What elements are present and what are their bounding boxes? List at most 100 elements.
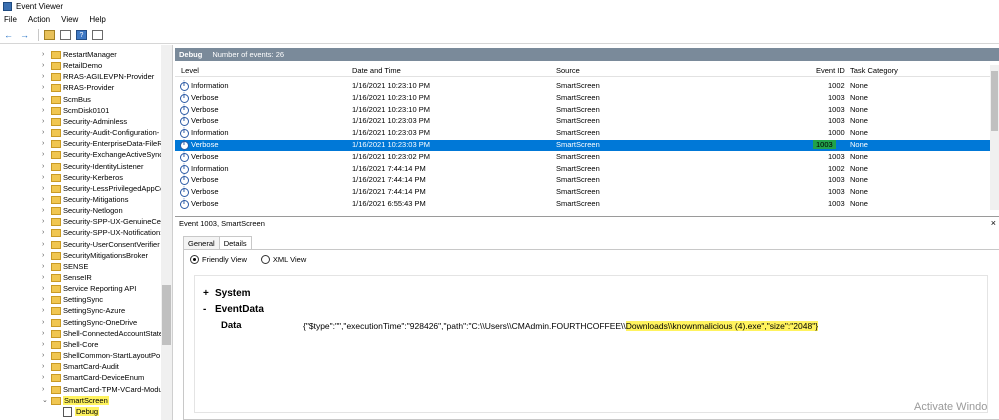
tree-item[interactable]: › Shell-Core [0,339,172,350]
chevron-right-icon[interactable]: › [42,229,44,236]
tab-details[interactable]: Details [218,236,252,250]
chevron-right-icon[interactable]: › [42,363,44,370]
friendly-view-option[interactable]: Friendly View [190,255,247,264]
show-hide-pane-button[interactable] [91,29,104,42]
tree-item[interactable]: › SettingSync [0,294,172,305]
tree-item[interactable]: › Security-UserConsentVerifier [0,239,172,250]
chevron-right-icon[interactable]: › [42,374,44,381]
chevron-right-icon[interactable]: › [42,151,44,158]
tree-item[interactable]: › ScmDisk0101 [0,105,172,116]
grid-scrollbar[interactable] [990,65,999,210]
expand-icon[interactable]: + [203,288,215,299]
chevron-right-icon[interactable]: › [42,263,44,270]
chevron-right-icon[interactable]: › [42,341,44,348]
menu-action[interactable]: Action [28,15,50,24]
tree-scrollbar[interactable] [161,45,172,420]
back-button[interactable]: ← [2,29,15,42]
tree-item[interactable]: › SettingSync-Azure [0,305,172,316]
tree-item[interactable]: › RestartManager [0,49,172,60]
tree-item[interactable]: › Security-Audit-Configuration- [0,127,172,138]
tree-item[interactable]: › SmartCard-Audit [0,361,172,372]
tree-item[interactable]: › RRAS-Provider [0,82,172,93]
tree-item[interactable]: › Security-EnterpriseData-FileRe [0,138,172,149]
table-row[interactable]: Information 1/16/2021 7:44:14 PM SmartScre… [175,164,993,175]
chevron-right-icon[interactable]: › [42,207,44,214]
tree-item-debug[interactable]: Debug [0,406,172,417]
chevron-right-icon[interactable]: › [42,73,44,80]
table-row[interactable]: Verbose 1/16/2021 10:23:10 PM SmartScreen 1… [175,93,993,104]
tree-item[interactable]: › Security-Adminless [0,116,172,127]
chevron-right-icon[interactable]: › [42,174,44,181]
tree-item[interactable]: › SettingSync-OneDrive [0,317,172,328]
menu-help[interactable]: Help [89,15,105,24]
table-row[interactable]: Information 1/16/2021 10:23:03 PM SmartScr… [175,128,993,139]
tree-item[interactable]: › Security-ExchangeActiveSync [0,149,172,160]
chevron-down-icon[interactable]: ⌄ [42,396,48,404]
chevron-right-icon[interactable]: › [42,51,44,58]
chevron-right-icon[interactable]: › [42,118,44,125]
table-row[interactable]: Verbose 1/16/2021 10:23:10 PM SmartScreen 1… [175,105,993,116]
xml-view-option[interactable]: XML View [260,255,306,264]
properties-button[interactable] [59,29,72,42]
tree-item[interactable]: › Security-Netlogon [0,205,172,216]
column-date-time[interactable]: Date and Time [352,66,401,75]
tree-item[interactable]: › SecurityMitigationsBroker [0,250,172,261]
tree-item[interactable]: › ShellCommon-StartLayoutPo [0,350,172,361]
chevron-right-icon[interactable]: › [42,241,44,248]
help-button[interactable]: ? [75,29,88,42]
chevron-right-icon[interactable]: › [42,218,44,225]
chevron-right-icon[interactable]: › [42,129,44,136]
chevron-right-icon[interactable]: › [42,296,44,303]
chevron-right-icon[interactable]: › [42,274,44,281]
tree-item[interactable]: › SmartCard-DeviceEnum [0,372,172,383]
chevron-right-icon[interactable]: › [42,252,44,259]
friendly-view-radio[interactable] [190,255,199,264]
table-row[interactable]: Verbose 1/16/2021 10:23:02 PM SmartScreen 1… [175,152,993,163]
tree-item[interactable]: › ScmBus [0,94,172,105]
table-row[interactable]: Information 1/16/2021 10:23:10 PM SmartScr… [175,81,993,92]
chevron-right-icon[interactable]: › [42,330,44,337]
tree-item-smartscreen[interactable]: ⌄ SmartScreen [0,395,172,406]
table-row[interactable]: Verbose 1/16/2021 7:44:14 PM SmartScreen 10… [175,175,993,186]
eventdata-node[interactable]: - EventData [203,304,264,315]
system-node[interactable]: + System [203,288,251,299]
chevron-right-icon[interactable]: › [42,140,44,147]
tree-item[interactable]: › Security-Kerberos [0,172,172,183]
column-task-category[interactable]: Task Category [850,66,898,75]
column-level[interactable]: Level [181,66,199,75]
chevron-right-icon[interactable]: › [42,163,44,170]
tree-item[interactable]: › Security-IdentityListener [0,161,172,172]
chevron-right-icon[interactable]: › [42,107,44,114]
collapse-icon[interactable]: - [203,304,215,315]
chevron-right-icon[interactable]: › [42,62,44,69]
chevron-right-icon[interactable]: › [42,285,44,292]
up-level-button[interactable] [43,29,56,42]
chevron-right-icon[interactable]: › [42,386,44,393]
chevron-right-icon[interactable]: › [42,84,44,91]
forward-button[interactable]: → [18,29,31,42]
table-row[interactable]: Verbose 1/16/2021 7:44:14 PM SmartScreen 10… [175,187,993,198]
chevron-right-icon[interactable]: › [42,319,44,326]
menu-view[interactable]: View [61,15,78,24]
close-icon[interactable]: × [991,218,996,228]
column-source[interactable]: Source [556,66,580,75]
tree-item[interactable]: › Security-SPP-UX-Notification: [0,227,172,238]
tree-item[interactable]: › Security-Mitigations [0,194,172,205]
chevron-right-icon[interactable]: › [42,96,44,103]
table-row[interactable]: Verbose 1/16/2021 6:55:43 PM SmartScreen 10… [175,199,993,210]
tree-scroll-thumb[interactable] [162,285,171,345]
tab-general[interactable]: General [183,236,220,249]
chevron-right-icon[interactable]: › [42,352,44,359]
tree-item[interactable]: › SmartCard-TPM-VCard-Modu [0,384,172,395]
tree-item[interactable]: › Service Reporting API [0,283,172,294]
xml-view-radio[interactable] [260,255,270,264]
chevron-right-icon[interactable]: › [42,185,44,192]
tree-item[interactable]: › RRAS-AGILEVPN-Provider [0,71,172,82]
column-event-id[interactable]: Event ID [816,66,845,75]
tree-item[interactable]: › Shell-ConnectedAccountState [0,328,172,339]
chevron-right-icon[interactable]: › [42,307,44,314]
grid-scroll-thumb[interactable] [991,71,998,131]
table-row[interactable]: Verbose 1/16/2021 10:23:03 PM SmartScreen 1… [175,116,993,127]
tree-item[interactable]: › SenseIR [0,272,172,283]
tree-item[interactable]: › Security-LessPrivilegedAppCo [0,183,172,194]
